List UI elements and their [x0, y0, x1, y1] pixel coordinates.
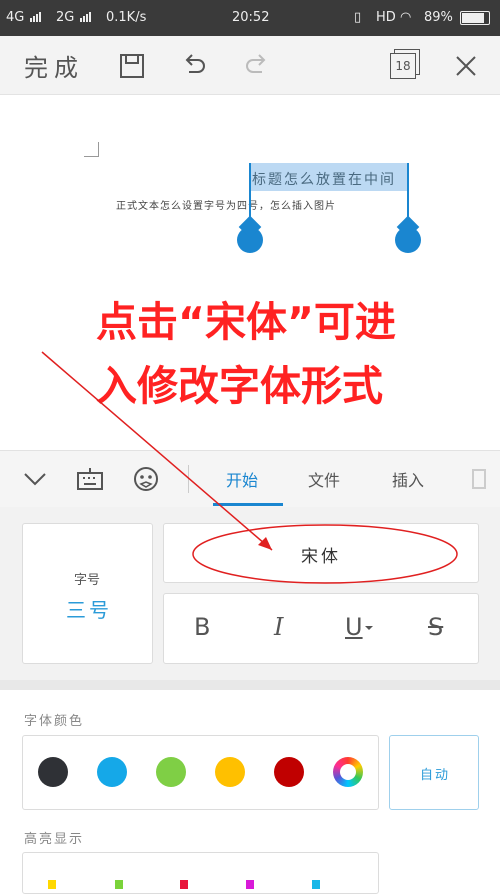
annotation-arrow	[41, 351, 273, 551]
